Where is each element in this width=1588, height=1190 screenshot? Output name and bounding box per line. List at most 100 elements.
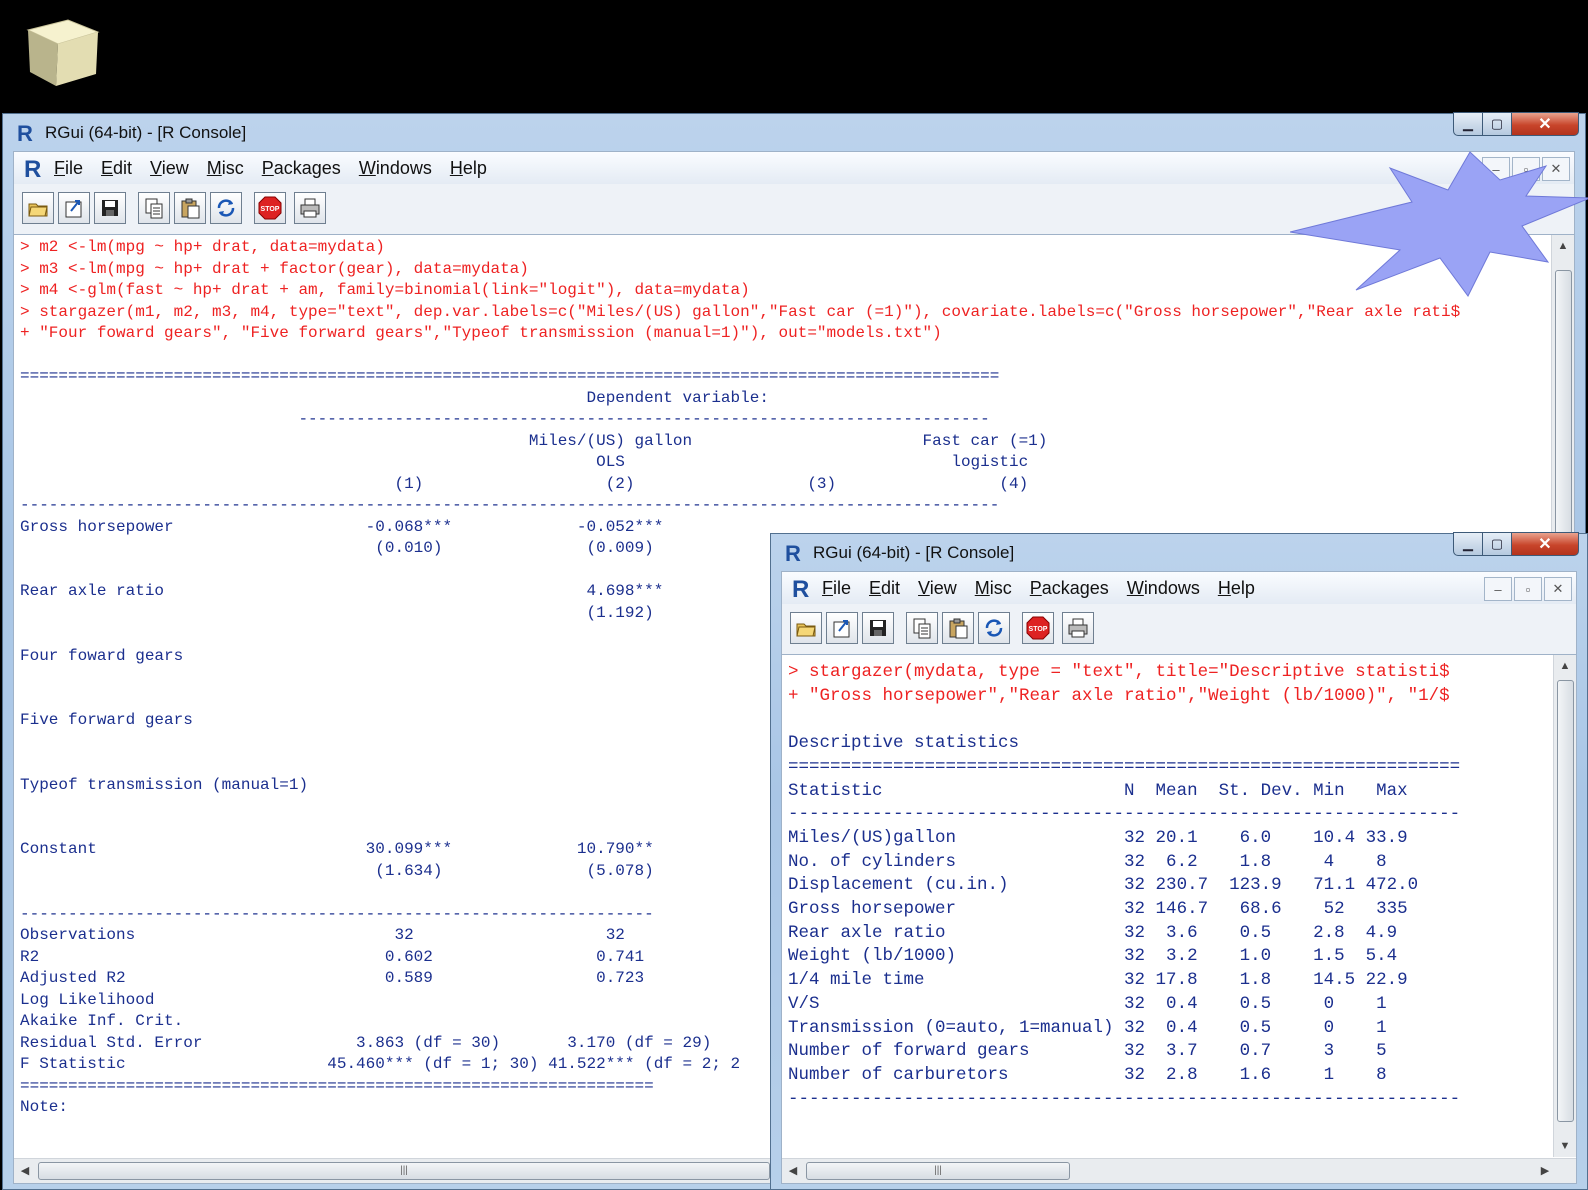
console-output-line: F Statistic 45.460*** (df = 1; 30) 41.52… [20,1055,741,1073]
refresh-button[interactable] [210,192,242,224]
menu-misc[interactable]: Misc [975,578,1012,599]
svg-text:R: R [785,542,801,564]
console-output-line: Rear axle ratio 32 3.6 0.5 2.8 4.9 [788,922,1398,943]
print-button[interactable] [294,192,326,224]
console-output-line: (1.634) (5.078) [20,861,654,880]
scroll-left-arrow-icon[interactable]: ◀ [14,1159,36,1183]
scroll-thumb[interactable]: ||| [38,1162,770,1180]
copy-button[interactable] [138,192,170,224]
print-icon [1067,617,1089,639]
cube-logo-icon [26,19,100,86]
menu-help[interactable]: Help [450,158,487,179]
second-menubar: R File Edit View Misc Packages Windows Help – … [781,571,1577,605]
console-output-line: ----------------------------------------… [788,1088,1461,1109]
paste-button[interactable] [942,612,974,644]
scroll-thumb[interactable] [1557,680,1574,1122]
r-logo-icon: R [792,576,809,600]
menu-help[interactable]: Help [1218,578,1255,599]
console-output-line: Miles/(US)gallon 32 20.1 6.0 10.4 33.9 [788,827,1408,848]
console-output-line: ========================================… [20,367,1000,385]
console-command-line: + "Gross horsepower","Rear axle ratio","… [788,685,1450,706]
maximize-button[interactable]: ▢ [1482,112,1512,136]
console-output-line: Typeof transmission (manual=1) [20,775,309,794]
scroll-up-arrow-icon[interactable]: ▲ [1554,655,1576,677]
menu-file[interactable]: File [822,578,851,599]
second-titlebar: R RGui (64-bit) - [R Console] ▁ ▢ ✕ [771,532,1587,572]
menu-packages[interactable]: Packages [262,158,341,179]
console-output-line: Note: [20,1098,69,1116]
second-toolbar: STOP [781,604,1577,654]
menu-windows[interactable]: Windows [1127,578,1200,599]
minimize-button[interactable]: ▁ [1453,532,1483,556]
save-button[interactable] [862,612,894,644]
svg-text:R: R [24,156,41,180]
console-command-line: > stargazer(mydata, type = "text", title… [788,662,1450,682]
scroll-down-arrow-icon[interactable]: ▼ [1554,1135,1576,1157]
open-script-button[interactable] [22,192,54,224]
save-button[interactable] [94,192,126,224]
refresh-button[interactable] [978,612,1010,644]
print-icon [299,197,321,219]
minimize-button[interactable]: ▁ [1453,112,1483,136]
console-output-line: Number of forward gears 32 3.7 0.7 3 5 [788,1041,1387,1062]
horizontal-scrollbar[interactable]: ◀ ||| ▶ [782,1158,1576,1183]
console-output-line: Adjusted R2 0.589 0.723 [20,969,645,987]
console-output-line: Residual Std. Error 3.863 (df = 30) 3.17… [20,1033,712,1052]
open-script-button[interactable] [790,612,822,644]
console-output-line: Gross horsepower -0.068*** -0.052*** [20,517,664,536]
r-logo-icon: R [24,156,41,180]
stop-button[interactable]: STOP [254,192,286,224]
menu-edit[interactable]: Edit [101,158,132,179]
close-button[interactable]: ✕ [1511,112,1579,136]
menu-file[interactable]: File [54,158,83,179]
load-workspace-button[interactable] [826,612,858,644]
console-output[interactable]: > stargazer(mydata, type = "text", title… [782,655,1576,1111]
scroll-left-arrow-icon[interactable]: ◀ [782,1159,804,1183]
console-output-line: Observations 32 32 [20,926,625,944]
r-logo-icon: R [785,542,801,564]
window-title: RGui (64-bit) - [R Console] [45,123,247,142]
menu-windows[interactable]: Windows [359,158,432,179]
console-output-line: ----------------------------------------… [20,410,990,428]
open-script-icon [27,198,49,218]
scroll-right-arrow-icon[interactable]: ▶ [1534,1159,1556,1183]
console-output-line: Constant 30.099*** 10.790** [20,840,654,858]
print-button[interactable] [1062,612,1094,644]
console-output-line: Transmission (0=auto, 1=manual) 32 0.4 0… [788,1017,1387,1038]
maximize-button[interactable]: ▢ [1482,532,1512,556]
menu-misc[interactable]: Misc [207,158,244,179]
stop-icon: STOP [258,196,282,220]
console-output-line: 1/4 mile time 32 17.8 1.8 14.5 22.9 [788,970,1408,991]
console-output-line: Descriptive statistics [788,733,1020,754]
copy-button[interactable] [906,612,938,644]
console-output-line: ========================================… [20,1076,654,1095]
console-output-line: (1.192) [20,603,654,622]
copy-icon [911,617,933,639]
svg-text:STOP: STOP [1029,626,1048,633]
child-close-button[interactable]: ✕ [1544,577,1572,601]
menu-view[interactable]: View [150,158,189,179]
console-output-line: R2 0.602 0.741 [20,947,645,966]
child-restore-button[interactable]: ▫ [1514,577,1542,601]
menu-packages[interactable]: Packages [1030,578,1109,599]
load-workspace-button[interactable] [58,192,90,224]
child-minimize-button[interactable]: – [1484,577,1512,601]
console-output-line: Four foward gears [20,646,184,665]
console-output-line: ----------------------------------------… [20,496,1000,514]
menu-edit[interactable]: Edit [869,578,900,599]
copy-icon [143,197,165,219]
stop-icon: STOP [1026,616,1050,640]
console-output-line: (1) (2) (3) (4) [20,474,1029,493]
stop-button[interactable]: STOP [1022,612,1054,644]
scroll-thumb[interactable]: ||| [806,1162,1070,1180]
close-button[interactable]: ✕ [1511,532,1579,556]
paste-button[interactable] [174,192,206,224]
svg-text:STOP: STOP [261,206,280,213]
console-output-line: OLS logistic [20,453,1029,471]
console-output-line: No. of cylinders 32 6.2 1.8 4 8 [788,851,1387,872]
menu-view[interactable]: View [918,578,957,599]
second-console[interactable]: > stargazer(mydata, type = "text", title… [781,654,1577,1184]
vertical-scrollbar[interactable]: ▲ ▼ [1553,655,1576,1157]
load-workspace-icon [831,617,853,639]
console-output-line: (0.010) (0.009) [20,539,654,557]
